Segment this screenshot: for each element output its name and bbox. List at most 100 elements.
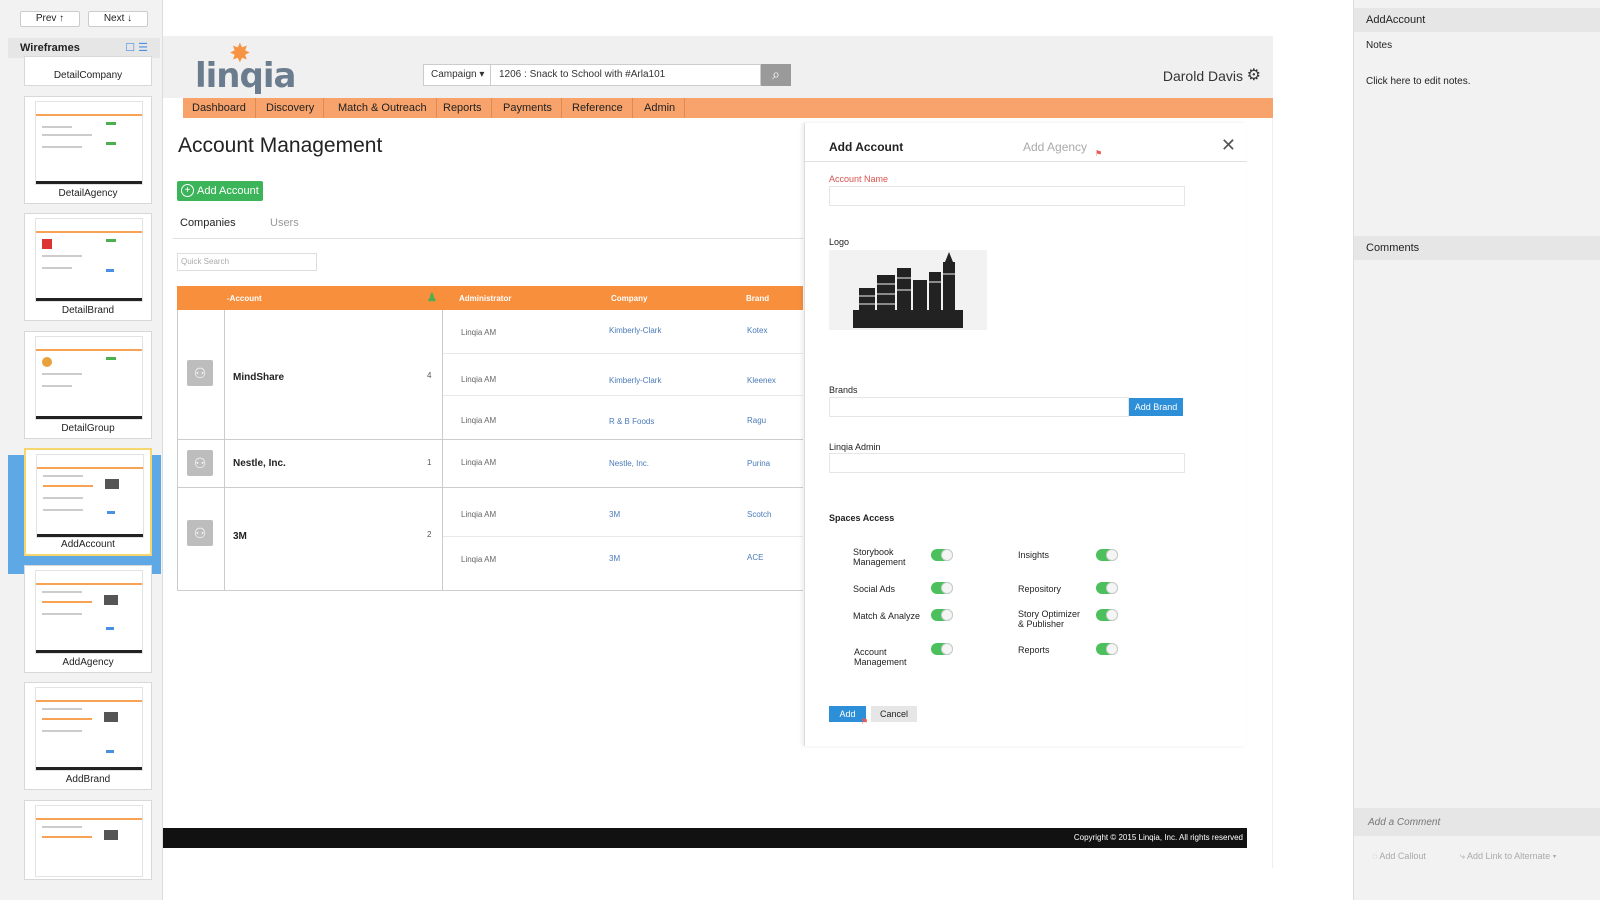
account-name[interactable]: Nestle, Inc.: [233, 458, 286, 469]
account-count: 2: [427, 530, 432, 539]
cell-company[interactable]: Kimberly-Clark: [609, 376, 661, 385]
thumb-caption: DetailCompany: [53, 70, 123, 81]
toggle-account-management[interactable]: [931, 643, 953, 655]
callout-marker-icon: ⚑: [861, 717, 869, 726]
space-label: Match & Analyze: [853, 611, 921, 621]
add-account-label: Add Account: [197, 185, 259, 197]
space-label: Story Optimizer & Publisher: [1018, 609, 1081, 629]
account-name[interactable]: MindShare: [233, 372, 284, 383]
cell-brand[interactable]: Kleenex: [747, 376, 776, 385]
add-comment-field[interactable]: Add a Comment: [1354, 808, 1600, 836]
nav-reports[interactable]: Reports: [434, 98, 492, 118]
account-name[interactable]: 3M: [233, 531, 247, 542]
add-comment-placeholder: Add a Comment: [1368, 817, 1441, 828]
thumb-detail-agency[interactable]: DetailAgency: [24, 96, 152, 204]
table-row-group[interactable]: ⚇ MindShare 4 Linqia AM Kimberly-Clark K…: [177, 310, 803, 440]
linqia-logo[interactable]: ✸ linqia: [191, 38, 296, 96]
thumb-detail-group[interactable]: DetailGroup: [24, 331, 152, 439]
logo-upload[interactable]: [829, 250, 987, 330]
cell-brand[interactable]: ACE: [747, 553, 763, 562]
toggle-storybook-management[interactable]: [931, 549, 953, 561]
notes-panel: AddAccount Notes Click here to edit note…: [1353, 0, 1600, 900]
col-administrator[interactable]: Administrator: [459, 294, 511, 303]
tab-companies[interactable]: Companies: [180, 217, 236, 229]
add-brand-button[interactable]: Add Brand: [1129, 398, 1183, 416]
thumb-next[interactable]: [24, 800, 152, 880]
brands-label: Brands: [829, 385, 858, 395]
toggle-story-optimizer[interactable]: [1096, 609, 1118, 621]
main-nav: Dashboard Discovery Match & Outreach Rep…: [183, 98, 1273, 118]
city-skyline-image: [853, 252, 963, 328]
campaign-search-input[interactable]: 1206 : Snack to School with #Arla101: [491, 64, 761, 86]
notes-text[interactable]: Click here to edit notes.: [1366, 76, 1471, 87]
cell-company[interactable]: Kimberly-Clark: [609, 326, 661, 335]
tab-add-agency[interactable]: Add Agency: [1023, 140, 1087, 154]
toggle-social-ads[interactable]: [931, 582, 953, 594]
view-toggle-icons[interactable]: ☐ ☰: [125, 41, 148, 54]
nav-admin[interactable]: Admin: [635, 98, 686, 118]
next-button[interactable]: Next ↓: [88, 11, 148, 27]
cancel-button[interactable]: Cancel: [871, 706, 917, 722]
nav-match-outreach[interactable]: Match & Outreach: [329, 98, 437, 118]
nav-discovery[interactable]: Discovery: [257, 98, 325, 118]
cell-brand[interactable]: Ragu: [747, 416, 766, 425]
modal-title[interactable]: Add Account: [829, 140, 903, 154]
toggle-match-analyze[interactable]: [931, 609, 953, 621]
brands-input[interactable]: [829, 397, 1129, 417]
cell-company[interactable]: Nestle, Inc.: [609, 459, 649, 468]
add-account-button[interactable]: + Add Account: [177, 181, 263, 201]
cell-brand[interactable]: Kotex: [747, 326, 767, 335]
table-row-group[interactable]: ⚇ 3M 2 Linqia AM 3M Scotch Linqia AM 3M …: [177, 488, 803, 591]
thumb-caption: DetailBrand: [61, 305, 115, 316]
thumb-caption: AddAccount: [61, 539, 115, 550]
toggle-insights[interactable]: [1096, 549, 1118, 561]
add-callout-button[interactable]: ◌ Add Callout: [1372, 851, 1426, 861]
user-name[interactable]: Darold Davis: [1163, 68, 1243, 84]
col-company[interactable]: Company: [611, 294, 647, 303]
prev-button[interactable]: Prev ↑: [20, 11, 80, 27]
nav-reference[interactable]: Reference: [563, 98, 633, 118]
copyright-text: Copyright © 2015 Linqia, Inc. All rights…: [1073, 833, 1243, 842]
thumb-add-agency[interactable]: AddAgency: [24, 565, 152, 673]
nav-payments[interactable]: Payments: [494, 98, 562, 118]
col-account[interactable]: -Account: [227, 294, 262, 303]
thumb-caption: AddAgency: [62, 657, 114, 668]
cell-admin: Linqia AM: [461, 555, 497, 564]
toggle-reports[interactable]: [1096, 643, 1118, 655]
table-row-group[interactable]: ⚇ Nestle, Inc. 1 Linqia AM Nestle, Inc. …: [177, 440, 803, 488]
col-brand[interactable]: Brand: [746, 294, 769, 303]
account-name-input[interactable]: [829, 186, 1185, 206]
gear-icon[interactable]: ⚙: [1247, 65, 1261, 85]
thumb-add-brand[interactable]: AddBrand: [24, 682, 152, 790]
space-label: Storybook Management: [853, 547, 906, 567]
thumb-add-account[interactable]: AddAccount: [24, 448, 152, 556]
tab-users[interactable]: Users: [270, 217, 299, 229]
cell-company[interactable]: 3M: [609, 510, 620, 519]
wireframe-sidebar: Prev ↑ Next ↓ Wireframes ☐ ☰ DetailCompa…: [0, 0, 163, 900]
thumb-detail-company[interactable]: DetailCompany: [24, 56, 152, 86]
close-icon[interactable]: ✕: [1221, 135, 1236, 156]
toggle-repository[interactable]: [1096, 582, 1118, 594]
add-account-modal: Add Account Add Agency ⚑ ✕ Account Name …: [804, 123, 1247, 746]
add-link-button[interactable]: ⤷ Add Link to Alternate ▾: [1460, 851, 1556, 862]
wireframes-title: Wireframes: [20, 42, 80, 54]
thumb-image: [35, 805, 143, 877]
cell-brand[interactable]: Scotch: [747, 510, 771, 519]
thumb-detail-brand[interactable]: DetailBrand: [24, 213, 152, 321]
quick-search-input[interactable]: Quick Search: [177, 253, 317, 271]
cell-admin: Linqia AM: [461, 375, 497, 384]
wireframe-page: ✸ linqia Campaign ▾ 1206 : Snack to Scho…: [163, 36, 1273, 868]
nav-dashboard[interactable]: Dashboard: [183, 98, 256, 118]
notes-label: Notes: [1366, 40, 1393, 51]
thumb-image: [35, 101, 143, 185]
cell-company[interactable]: 3M: [609, 554, 620, 563]
cell-brand[interactable]: Purina: [747, 459, 770, 468]
thumb-image: [35, 570, 143, 654]
cell-company[interactable]: R & B Foods: [609, 417, 654, 426]
search-button[interactable]: ⌕: [761, 64, 791, 86]
add-link-label: Add Link to Alternate ▾: [1467, 851, 1557, 861]
linqia-admin-input[interactable]: [829, 453, 1185, 473]
group-avatar-icon: ⚇: [187, 450, 213, 476]
thumb-caption: DetailGroup: [61, 423, 115, 434]
campaign-select[interactable]: Campaign ▾: [423, 64, 491, 86]
